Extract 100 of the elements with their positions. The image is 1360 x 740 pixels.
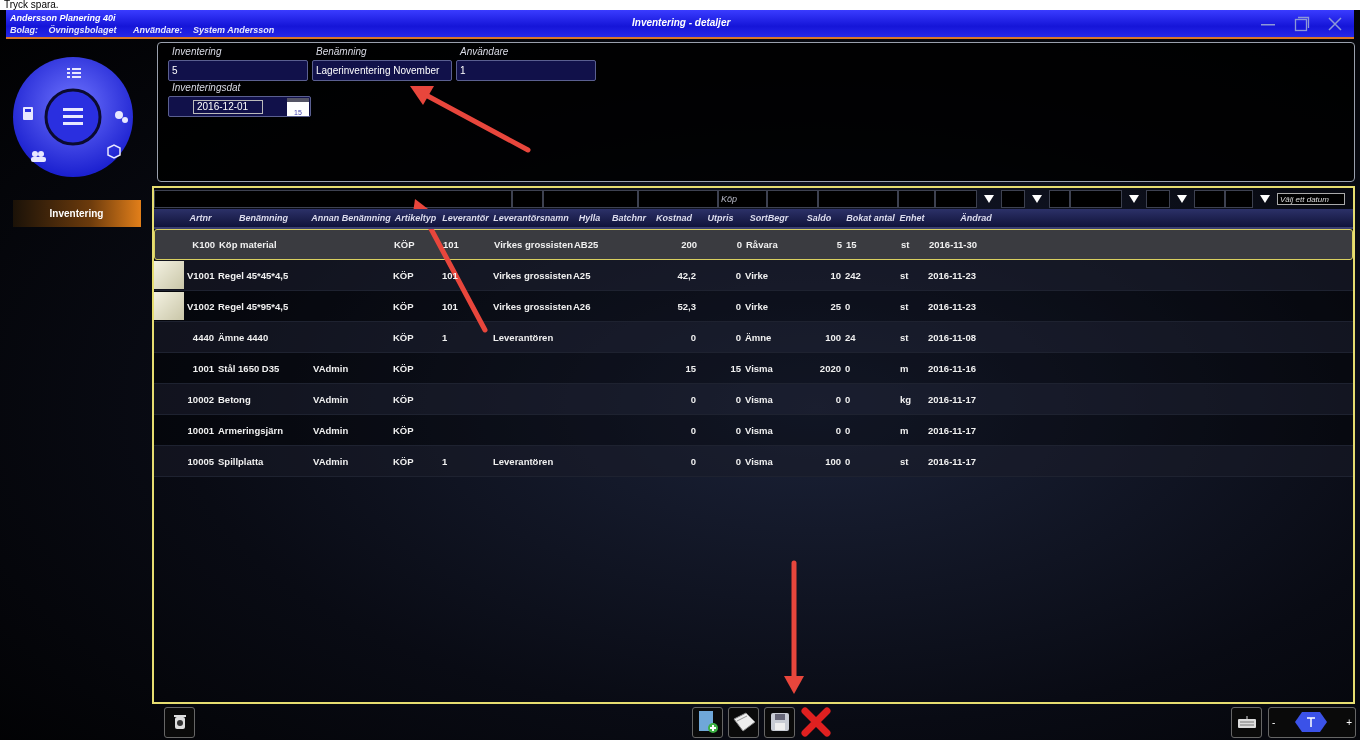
table-cell: Regel 45*45*4,5 — [218, 269, 289, 281]
table-cell: 0 — [690, 393, 696, 405]
text-size-icon[interactable] — [1293, 711, 1328, 733]
table-cell: 101 — [442, 300, 458, 312]
sidebar-item[interactable]: Inventering — [12, 200, 141, 227]
filter-field[interactable] — [1146, 190, 1170, 208]
table-row[interactable]: V1002 Regel 45*95*4,5 KÖP 101 Virkes grossistenA26 52,3 0 Virke 25 0 st 2016-11-23 — [154, 291, 1353, 322]
filter-field[interactable] — [1225, 190, 1253, 208]
table-cell: A25 — [573, 269, 591, 281]
papers-button[interactable] — [728, 706, 759, 738]
table-cell: 0 — [835, 424, 841, 436]
cross-icon — [800, 707, 831, 737]
table-cell: KÖP — [394, 239, 415, 250]
table-row[interactable]: 10002 Betong VAdmin KÖP 0 0 Visma 0 0 kg 2016-11-17 — [154, 384, 1353, 415]
date-filter-field[interactable]: Välj ett datum — [1277, 193, 1345, 205]
table-row[interactable]: 1001 Stål 1650 D35 VAdmin KÖP 15 15 Visma 2020 0 m 2016-11-16 — [154, 353, 1353, 384]
filter-field[interactable] — [154, 190, 512, 208]
add-document-icon — [697, 710, 718, 734]
column-header[interactable]: Annan Benämning — [311, 209, 391, 227]
column-header[interactable]: Hylla — [571, 209, 608, 227]
filter-field[interactable] — [1001, 190, 1025, 208]
table-cell: st — [900, 331, 909, 343]
table-row[interactable]: K100 Köp material KÖP 101 Virkes grossistenAB25 200 0 Råvara 5 15 st 2016-11-30 — [154, 229, 1353, 260]
table-row[interactable]: 10001 Armeringsjärn VAdmin KÖP 0 0 Visma 0 0 m 2016-11-17 — [154, 415, 1353, 446]
column-header[interactable]: Artikeltyp — [391, 209, 440, 227]
table-cell: Köp material — [219, 239, 277, 250]
table-cell: 15 — [730, 362, 741, 374]
filter-field[interactable] — [1049, 190, 1070, 208]
close-icon[interactable] — [1328, 16, 1342, 31]
table-cell: 0 — [736, 239, 742, 250]
table-cell: 2016-11-16 — [928, 362, 977, 374]
maximize-icon[interactable] — [1294, 15, 1310, 32]
filter-field[interactable] — [1070, 190, 1122, 208]
table-row[interactable]: 4440 Ämne 4440 KÖP 1 Leverantören 0 0 Ämne 100 24 st 2016-11-08 — [154, 322, 1353, 353]
table-cell: KÖP — [393, 300, 414, 312]
filter-field[interactable]: Köp — [718, 190, 767, 208]
table-cell: 2016-11-23 — [928, 269, 977, 281]
table-cell: Virkes grossisten — [494, 239, 574, 250]
table-cell: 25 — [830, 300, 841, 312]
column-header[interactable]: Enhet — [898, 209, 926, 227]
column-header[interactable]: Ändrad — [926, 209, 1026, 227]
column-header[interactable]: Utpris — [698, 209, 743, 227]
table-cell: 15 — [685, 362, 696, 374]
save-button[interactable] — [764, 706, 795, 738]
navigation-wheel[interactable] — [10, 55, 135, 179]
filter-field[interactable] — [638, 190, 718, 208]
new-document-button[interactable] — [692, 706, 723, 738]
table-cell: 4440 — [192, 331, 214, 343]
column-header[interactable]: SortBegr — [743, 209, 795, 227]
table-cell: Virkes grossisten — [493, 269, 573, 281]
table-cell: VAdmin — [313, 362, 349, 374]
table-cell: 10 — [830, 269, 841, 281]
table-cell: 5 — [836, 239, 842, 250]
table-cell: kg — [900, 393, 912, 405]
table-cell: 0 — [845, 362, 851, 374]
filter-field[interactable] — [1194, 190, 1225, 208]
table-cell: Stål 1650 D35 — [218, 362, 280, 374]
table-cell: KÖP — [393, 393, 414, 405]
delete-button[interactable] — [800, 706, 831, 738]
trash-can-icon — [172, 714, 187, 730]
zoom-in-label[interactable]: + — [1346, 716, 1352, 728]
table-cell: VAdmin — [313, 455, 349, 467]
filter-field[interactable] — [935, 190, 977, 208]
table-cell: KÖP — [393, 331, 414, 343]
column-header[interactable]: Leverantör — [440, 209, 491, 227]
filter-field[interactable] — [543, 190, 638, 208]
table-cell: 0 — [690, 424, 696, 436]
table-cell: Leverantören — [493, 455, 554, 467]
column-header[interactable]: Benämning — [216, 209, 311, 227]
table-cell: 0 — [690, 455, 696, 467]
table-cell: 0 — [845, 455, 851, 467]
table-cell: 0 — [735, 424, 741, 436]
table-cell: 2016-11-17 — [928, 455, 977, 467]
column-header[interactable]: Kostnad — [650, 209, 698, 227]
zoom-out-label[interactable]: - — [1272, 716, 1276, 728]
filter-field[interactable] — [818, 190, 898, 208]
column-header[interactable]: Leverantörsnamn — [491, 209, 571, 227]
table-cell: V1002 — [187, 300, 215, 312]
recycle-bin-button[interactable] — [164, 706, 195, 738]
table-cell: 0 — [845, 393, 851, 405]
table-cell: 10005 — [187, 455, 214, 467]
column-header[interactable]: Bokat antal — [843, 209, 898, 227]
table-cell: 242 — [845, 269, 861, 281]
input-field[interactable]: 1 — [456, 60, 596, 81]
table-cell: Visma — [745, 455, 773, 467]
window-title: Inventering - detaljer — [632, 17, 731, 28]
zoom-control[interactable]: - + — [1268, 706, 1356, 738]
filter-field[interactable] — [512, 190, 543, 208]
table-cell: 100 — [825, 455, 841, 467]
column-header[interactable]: Batchnr — [608, 209, 650, 227]
table-cell: 2016-11-08 — [928, 331, 977, 343]
filter-field[interactable] — [767, 190, 818, 208]
input-field[interactable]: 5 — [168, 60, 308, 81]
column-header[interactable]: Saldo — [795, 209, 843, 227]
table-row[interactable]: 10005 Spillplatta VAdmin KÖP 1 Leverantören 0 0 Visma 100 0 st 2016-11-17 — [154, 446, 1353, 477]
column-header[interactable]: Artnr — [185, 209, 216, 227]
keyboard-button[interactable] — [1231, 706, 1262, 738]
input-field[interactable]: Lagerinventering November — [312, 60, 452, 81]
filter-field[interactable] — [898, 190, 935, 208]
table-cell: 15 — [846, 239, 857, 250]
